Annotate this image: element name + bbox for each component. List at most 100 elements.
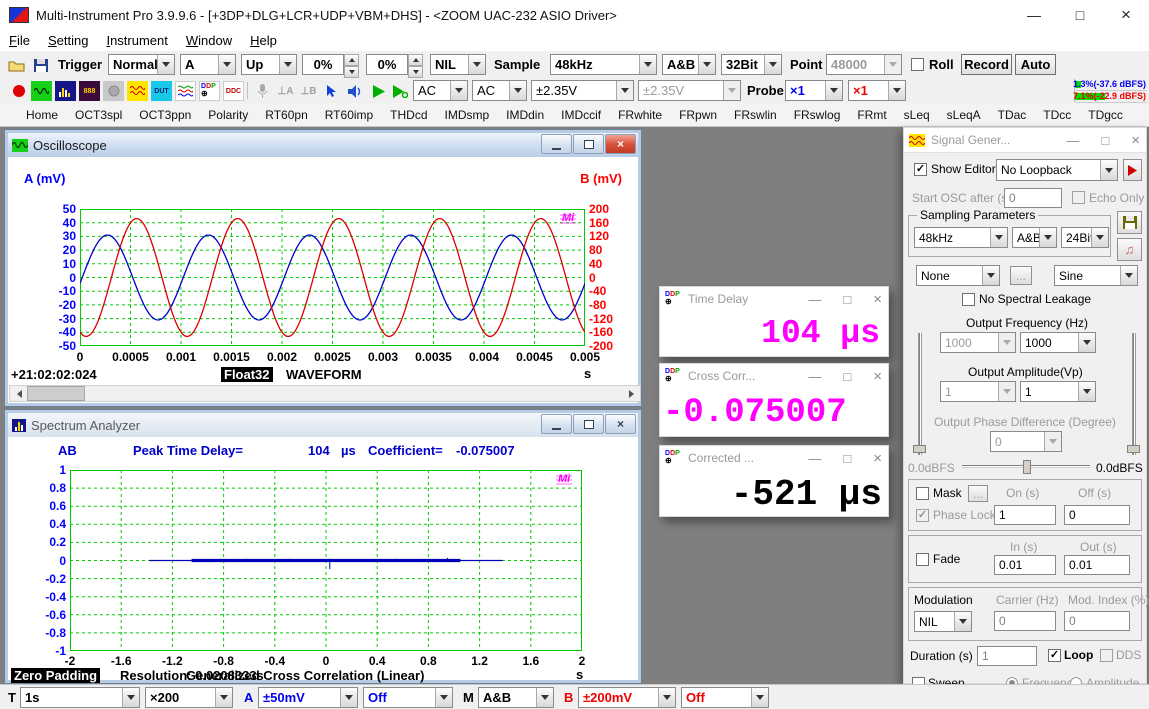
- device-test-plan-icon[interactable]: DUT: [151, 81, 172, 101]
- hot-panel-item-imdsmp[interactable]: IMDsmp: [440, 106, 493, 124]
- hot-panel-item-polarity[interactable]: Polarity: [204, 106, 252, 124]
- hot-panel-item-frswlog[interactable]: FRswlog: [790, 106, 845, 124]
- hot-panel-item-frswlin[interactable]: FRswlin: [730, 106, 781, 124]
- coupling-b-combo[interactable]: AC: [472, 80, 527, 101]
- hot-panel-item-frmt[interactable]: FRmt: [853, 106, 890, 124]
- sampling-channels-combo[interactable]: A&B: [662, 54, 716, 75]
- run-icon[interactable]: [368, 81, 389, 101]
- derived-data-curve-icon[interactable]: [175, 81, 196, 101]
- hot-panel-item-oct3spl[interactable]: OCT3spl: [71, 106, 126, 124]
- spectrum-titlebar[interactable]: Spectrum Analyzer ×: [8, 413, 638, 438]
- window-minimize-button[interactable]: [541, 414, 572, 434]
- signal-generator-icon[interactable]: [127, 81, 148, 101]
- hot-panel-item-sleqa[interactable]: sLeqA: [943, 106, 985, 124]
- close-icon[interactable]: ×: [873, 291, 882, 308]
- output-level-slider-b[interactable]: [1126, 333, 1140, 455]
- generator-run-button[interactable]: [1123, 159, 1142, 181]
- minimize-button[interactable]: —: [1011, 0, 1057, 30]
- fade-in-input[interactable]: 0.01: [994, 555, 1056, 575]
- no-spectral-leakage-checkbox[interactable]: [962, 293, 975, 306]
- phase-lock-on-input[interactable]: 1: [994, 505, 1056, 525]
- hot-panel-item-frwhite[interactable]: FRwhite: [614, 106, 666, 124]
- window-close-button[interactable]: ×: [605, 414, 636, 434]
- fade-checkbox[interactable]: [916, 553, 929, 566]
- hot-panel-item-tdac[interactable]: TDac: [994, 106, 1031, 124]
- ddp-titlebar[interactable]: DDP⊕ Time Delay —□×: [660, 287, 888, 311]
- save-signal-button[interactable]: [1117, 211, 1142, 234]
- trigger-hpf-combo[interactable]: NIL: [430, 54, 486, 75]
- signal-generator-titlebar[interactable]: Signal Gener... —□×: [904, 128, 1146, 152]
- trigger-edge-combo[interactable]: Up: [241, 54, 297, 75]
- modulation-combo[interactable]: NIL: [914, 611, 972, 632]
- maximize-button[interactable]: □: [1057, 0, 1103, 30]
- sampling-rate-combo[interactable]: 48kHz: [550, 54, 657, 75]
- minimize-icon[interactable]: —: [808, 451, 821, 466]
- gen-sampling-channels-combo[interactable]: A&B: [1012, 227, 1057, 248]
- trigger-source-combo[interactable]: A: [180, 54, 236, 75]
- loop-checkbox[interactable]: [1048, 649, 1061, 662]
- minimize-icon[interactable]: —: [808, 292, 821, 307]
- hot-panel-item-home[interactable]: Home: [22, 106, 62, 124]
- menu-setting[interactable]: Setting: [39, 31, 97, 50]
- close-icon[interactable]: ×: [873, 368, 882, 385]
- close-icon[interactable]: ×: [873, 450, 882, 467]
- cursor-reader-icon[interactable]: [321, 81, 342, 101]
- oscilloscope-titlebar[interactable]: Oscilloscope ×: [8, 133, 638, 158]
- window-restore-button[interactable]: [573, 414, 604, 434]
- window-minimize-button[interactable]: [541, 134, 572, 154]
- scroll-left-icon[interactable]: [10, 386, 27, 401]
- trigger-level-spinner[interactable]: 0%: [302, 54, 359, 75]
- scroll-thumb[interactable]: [27, 386, 85, 401]
- a-range-combo[interactable]: ±50mV: [258, 687, 358, 708]
- sampling-bits-combo[interactable]: 32Bit: [721, 54, 782, 75]
- output-level-slider-a[interactable]: [912, 333, 926, 455]
- show-editor-checkbox[interactable]: [914, 163, 927, 176]
- hot-panel-item-rt60pn[interactable]: RT60pn: [261, 106, 311, 124]
- window-close-button[interactable]: ×: [605, 134, 636, 154]
- maximize-icon[interactable]: □: [843, 292, 851, 307]
- menu-instrument[interactable]: Instrument: [97, 31, 176, 50]
- amplitude-b-combo[interactable]: 1: [1020, 381, 1096, 402]
- run-loop-icon[interactable]: [390, 81, 411, 101]
- probe-b-combo[interactable]: ×1: [848, 80, 906, 101]
- hot-panel-item-sleq[interactable]: sLeq: [900, 106, 934, 124]
- hot-panel-item-thdcd[interactable]: THDcd: [386, 106, 431, 124]
- coupling-a-combo[interactable]: AC: [413, 80, 468, 101]
- close-icon[interactable]: ×: [1131, 132, 1140, 149]
- phase-lock-off-input[interactable]: 0: [1064, 505, 1130, 525]
- hot-panel-item-imdccif[interactable]: IMDccif: [557, 106, 605, 124]
- menu-file[interactable]: File: [0, 31, 39, 50]
- multimeter-icon[interactable]: 888: [79, 81, 100, 101]
- fade-out-input[interactable]: 0.01: [1064, 555, 1130, 575]
- menu-help[interactable]: Help: [241, 31, 286, 50]
- ddp-titlebar[interactable]: DDP⊕ Corrected ... —□×: [660, 446, 888, 470]
- gen-sampling-bits-combo[interactable]: 24Bit: [1061, 227, 1109, 248]
- record-icon[interactable]: [8, 81, 29, 101]
- gen-sampling-rate-combo[interactable]: 48kHz: [914, 227, 1008, 248]
- wave-file-combo[interactable]: None: [916, 265, 1000, 286]
- maximize-icon[interactable]: □: [843, 369, 851, 384]
- hot-panel-item-imddin[interactable]: IMDdin: [502, 106, 548, 124]
- maximize-icon[interactable]: □: [1101, 133, 1109, 148]
- hot-panel-item-tdgcc[interactable]: TDgcc: [1084, 106, 1127, 124]
- probe-a-combo[interactable]: ×1: [785, 80, 843, 101]
- close-button[interactable]: ×: [1103, 0, 1149, 30]
- hot-panel-item-frpwn[interactable]: FRpwn: [675, 106, 721, 124]
- b-function-combo[interactable]: Off: [681, 687, 769, 708]
- zoom-combo[interactable]: ×200: [145, 687, 233, 708]
- menu-window[interactable]: Window: [177, 31, 241, 50]
- roll-checkbox[interactable]: [911, 58, 924, 71]
- hot-panel-item-tdcc[interactable]: TDcc: [1039, 106, 1075, 124]
- save-icon[interactable]: [30, 55, 51, 75]
- minimize-icon[interactable]: —: [1066, 133, 1079, 148]
- spectrum-analyzer-icon[interactable]: [55, 81, 76, 101]
- mask-checkbox[interactable]: [916, 487, 929, 500]
- waveform-combo[interactable]: Sine: [1054, 265, 1138, 286]
- record-button[interactable]: Record: [961, 54, 1012, 75]
- frequency-b-combo[interactable]: 1000: [1020, 332, 1096, 353]
- scroll-right-icon[interactable]: [623, 386, 640, 401]
- minimize-icon[interactable]: —: [808, 369, 821, 384]
- maximize-icon[interactable]: □: [843, 451, 851, 466]
- spectrum-3d-plot-icon[interactable]: [103, 81, 124, 101]
- loopback-combo[interactable]: No Loopback: [996, 159, 1118, 181]
